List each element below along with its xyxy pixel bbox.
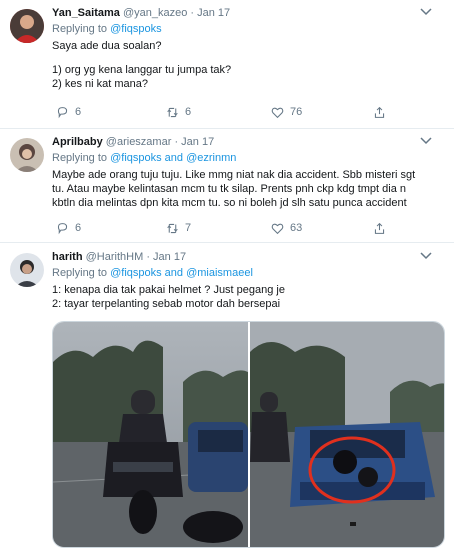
tweet-3[interactable]: harith @HarithHM · Jan 17 Replying to @f… [0, 243, 454, 553]
replying-prefix: Replying to [52, 267, 108, 279]
share-icon [374, 106, 385, 118]
user-handle[interactable]: @arieszamar [106, 136, 172, 148]
retweet-button[interactable]: 7 [166, 222, 191, 235]
mention-link[interactable]: @fiqspoks [110, 23, 162, 35]
user-handle[interactable]: @HarithHM [86, 251, 144, 263]
chevron-down-icon[interactable] [420, 137, 432, 145]
tweet-line: 1: kenapa dia tak pakai helmet ? Just pe… [52, 284, 285, 296]
tweet-line [52, 53, 444, 63]
tweet-line: Maybe ade orang tuju tuju. Like mmg niat… [52, 169, 416, 181]
reply-button[interactable]: 6 [56, 222, 81, 235]
retweet-icon [167, 223, 178, 234]
chevron-down-icon[interactable] [420, 8, 432, 16]
mention-link[interactable]: @fiqspoks and @ezrinmn [110, 152, 236, 164]
retweet-count: 7 [185, 222, 192, 234]
mention-link[interactable]: @fiqspoks and @miaismaeel [110, 267, 253, 279]
replying-to: Replying to @fiqspoks and @ezrinmn [52, 151, 444, 165]
reply-count: 6 [75, 222, 82, 234]
like-count: 63 [290, 222, 303, 234]
share-button[interactable] [373, 222, 392, 235]
like-icon [271, 107, 284, 119]
timestamp[interactable]: Jan 17 [153, 251, 186, 263]
like-button[interactable]: 63 [271, 222, 302, 235]
reply-count: 6 [75, 106, 82, 118]
tweet-line: Saya ade dua soalan? [52, 40, 162, 52]
reply-button[interactable]: 6 [56, 106, 81, 119]
retweet-count: 6 [185, 106, 192, 118]
like-button[interactable]: 76 [271, 106, 302, 119]
media-photo-right[interactable] [250, 322, 445, 548]
tweet-actions: 6 6 76 [52, 106, 432, 120]
separator: · [146, 251, 150, 263]
avatar[interactable] [10, 138, 44, 172]
retweet-button[interactable]: 6 [166, 106, 191, 119]
share-button[interactable] [373, 106, 392, 119]
tweet-line: kbtln dia melintas dpn kita mcm tu. so n… [52, 197, 407, 209]
avatar[interactable] [10, 9, 44, 43]
display-name[interactable]: harith [52, 251, 83, 263]
tweet-line: 2) kes ni kat mana? [52, 78, 148, 90]
tweet-2[interactable]: Aprilbaby @arieszamar · Jan 17 Replying … [0, 129, 454, 243]
tweet-line: tu. Atau maybe kelintasan mcm tu tk sila… [52, 183, 407, 195]
tweet-text: 1: kenapa dia tak pakai helmet ? Just pe… [52, 283, 444, 311]
display-name[interactable]: Aprilbaby [52, 136, 103, 148]
like-count: 76 [290, 106, 303, 118]
tweet-media[interactable] [52, 321, 445, 548]
tweet-header: Yan_Saitama @yan_kazeo · Jan 17 [52, 6, 444, 20]
display-name[interactable]: Yan_Saitama [52, 7, 120, 19]
replying-to: Replying to @fiqspoks and @miaismaeel [52, 266, 444, 280]
retweet-icon [167, 107, 178, 118]
tweet-line: 2: tayar terpelanting sebab motor dah be… [52, 298, 281, 310]
media-photo-left[interactable] [53, 322, 248, 548]
tweet-header: Aprilbaby @arieszamar · Jan 17 [52, 135, 444, 149]
like-icon [271, 223, 284, 235]
reply-icon [57, 223, 68, 235]
chevron-down-icon[interactable] [420, 252, 432, 260]
tweet-line: 1) org yg kena langgar tu jumpa tak? [52, 64, 232, 76]
tweet-text: Maybe ade orang tuju tuju. Like mmg niat… [52, 168, 444, 210]
timestamp[interactable]: Jan 17 [181, 136, 214, 148]
replying-to: Replying to @fiqspoks [52, 22, 444, 36]
replying-prefix: Replying to [52, 23, 108, 35]
replying-prefix: Replying to [52, 152, 108, 164]
tweet-actions: 6 7 63 [52, 222, 432, 236]
separator: · [190, 7, 195, 19]
tweet-text: Saya ade dua soalan? 1) org yg kena lang… [52, 39, 444, 91]
reply-icon [57, 107, 68, 119]
avatar[interactable] [10, 253, 44, 287]
timestamp[interactable]: Jan 17 [197, 7, 230, 19]
separator: · [174, 136, 179, 148]
user-handle[interactable]: @yan_kazeo [123, 7, 187, 19]
share-icon [374, 222, 385, 234]
tweet-header: harith @HarithHM · Jan 17 [52, 250, 444, 264]
tweet-1[interactable]: Yan_Saitama @yan_kazeo · Jan 17 Replying… [0, 0, 454, 129]
